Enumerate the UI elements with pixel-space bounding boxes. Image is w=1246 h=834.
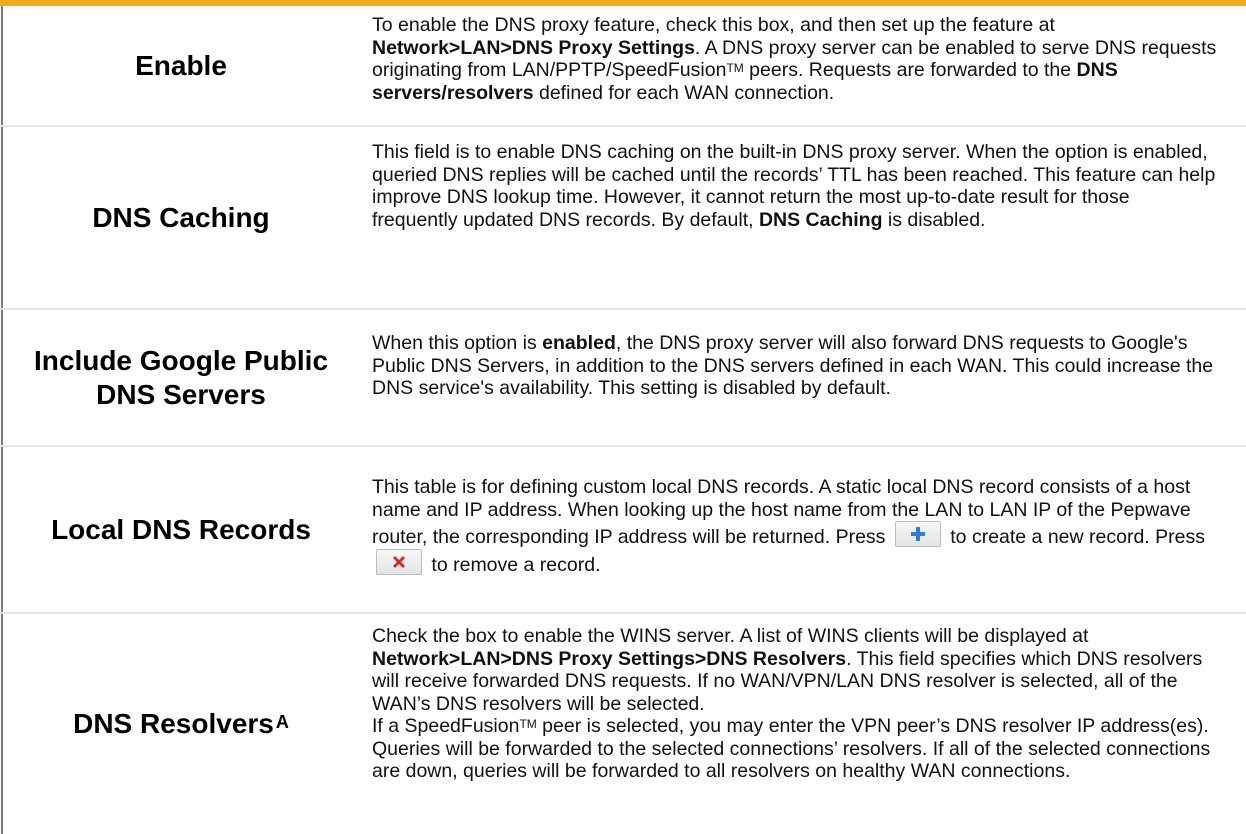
add-icon <box>910 527 925 541</box>
row-label: Local DNS Records <box>51 513 311 545</box>
table-row-local-dns-records: Local DNS Records This table is for defi… <box>0 447 1246 614</box>
row-description: This field is to enable DNS caching on t… <box>372 141 1216 231</box>
table-row-enable: Enable To enable the DNS proxy feature, … <box>0 6 1246 127</box>
row-description: To enable the DNS proxy feature, check t… <box>372 14 1217 104</box>
delete-icon <box>393 555 405 568</box>
remove-record-button[interactable] <box>376 548 422 575</box>
row-label: Enable <box>135 49 227 81</box>
row-label: Include Google Public DNS Servers <box>33 344 329 410</box>
footnote-marker: A <box>275 712 289 732</box>
row-description: Check the box to enable the WINS server.… <box>372 625 1211 782</box>
table-row-google-dns: Include Google Public DNS Servers When t… <box>0 310 1246 447</box>
row-label: DNS Resolvers A <box>73 708 289 739</box>
row-label: DNS Caching <box>92 201 270 233</box>
table-row-dns-resolvers: DNS Resolvers A Check the box to enable t… <box>0 614 1246 834</box>
row-description: When this option is enabled, the DNS pro… <box>372 332 1214 399</box>
table-row-dns-caching: DNS Caching This field is to enable DNS … <box>0 127 1246 310</box>
add-record-button[interactable] <box>894 521 941 547</box>
row-description: This table is for defining custom local … <box>372 476 1205 576</box>
